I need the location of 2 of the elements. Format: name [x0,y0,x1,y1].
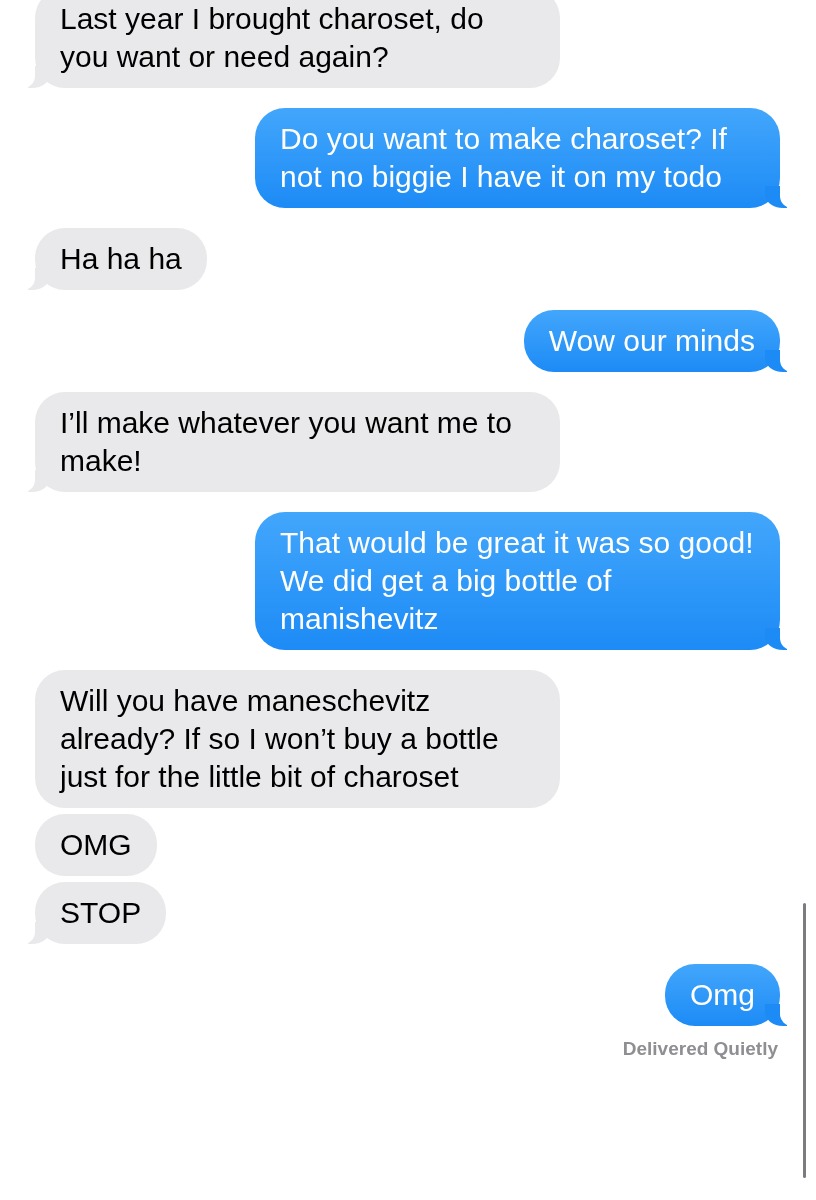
delivery-status: Delivered Quietly [622,1038,779,1060]
scroll-bar[interactable] [803,903,806,1178]
